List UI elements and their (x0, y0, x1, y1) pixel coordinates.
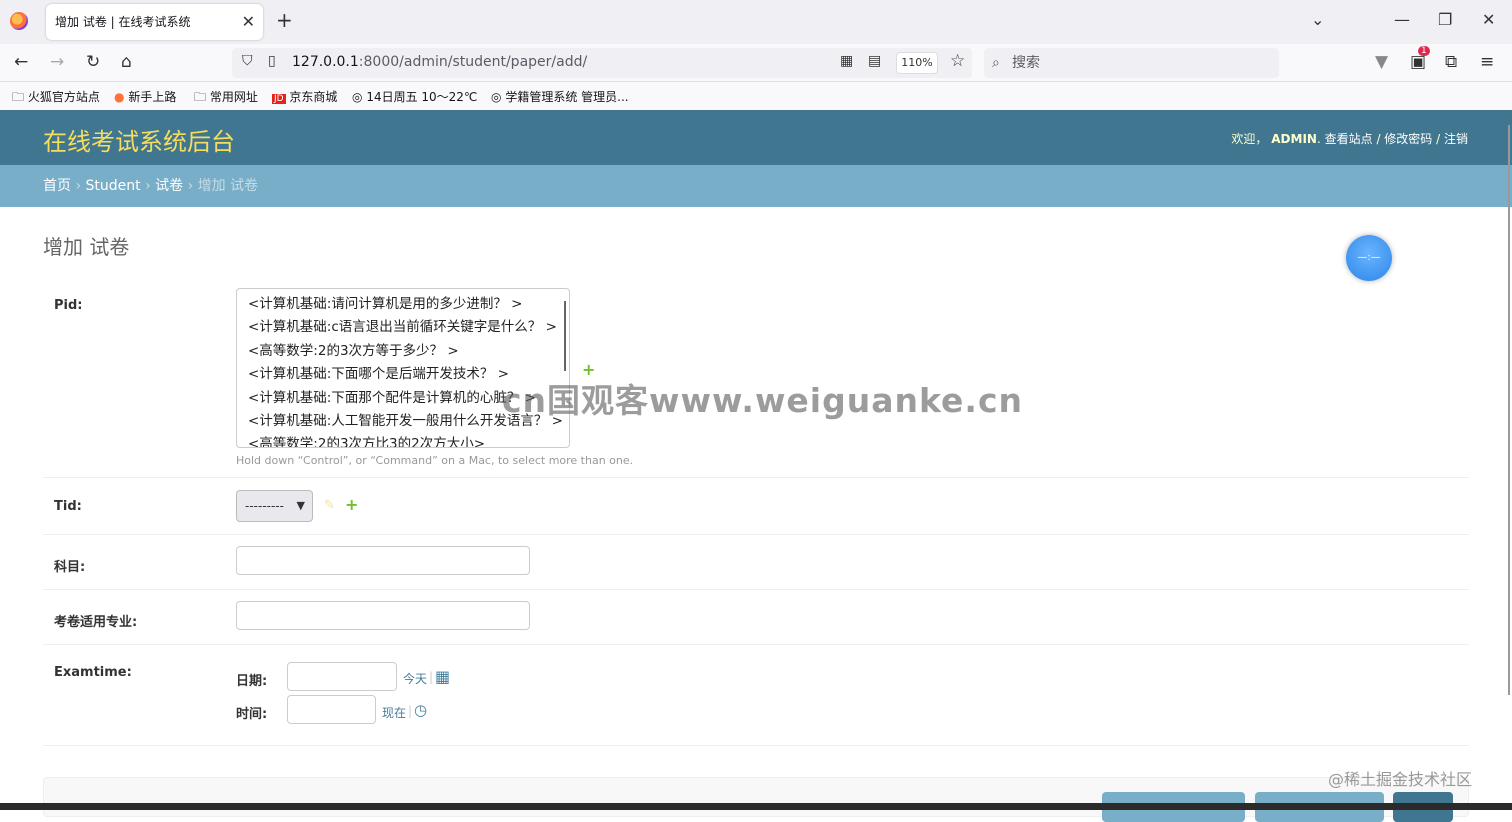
reader-view-icon[interactable]: ▤ (868, 53, 881, 69)
today-link[interactable]: 今天 (403, 670, 427, 687)
back-arrow-icon[interactable]: ← (14, 52, 28, 72)
page-scrollbar[interactable] (1508, 125, 1510, 695)
tab-list-chevron-icon[interactable]: ⌄ (1311, 10, 1324, 29)
page-info-icon[interactable]: ▯ (268, 53, 276, 69)
bookmarks-toolbar: 🗀 火狐官方站点 ● 新手上路 🗀 常用网址 JD 京东商城 ◎ 14日周五 1… (0, 82, 1512, 110)
folder-icon: 🗀 (194, 90, 207, 104)
watermark-text: cn国观客www.weiguanke.cn (502, 381, 1024, 420)
floating-ball-widget[interactable]: —:— (1346, 235, 1392, 281)
globe-icon: ◎ (491, 90, 502, 104)
subject-input[interactable] (236, 546, 530, 575)
extension-icon[interactable]: ▣ 1 (1410, 46, 1430, 72)
chevron-down-icon: ▼ (296, 499, 305, 512)
pid-label: Pid: (54, 298, 83, 313)
separator: | (408, 704, 413, 718)
bookmark-star-icon[interactable]: ☆ (950, 51, 965, 71)
minimize-icon[interactable]: — (1394, 10, 1410, 29)
search-icon: ⌕ (992, 55, 1000, 71)
examtime-label: Examtime: (54, 665, 132, 680)
taskbar-strip (0, 803, 1512, 810)
change-password-link[interactable]: 修改密码 (1384, 132, 1432, 146)
tid-select[interactable]: --------- ▼ (236, 490, 313, 522)
forward-arrow-icon[interactable]: → (50, 52, 64, 72)
list-item[interactable]: <高等数学:2的3次方比3的2次方大小> (248, 433, 569, 447)
tab-title: 增加 试卷 | 在线考试系统 (55, 15, 191, 29)
subject-label: 科目: (54, 560, 86, 575)
logout-link[interactable]: 注销 (1444, 132, 1468, 146)
page-title: 增加 试卷 (43, 235, 130, 259)
restore-icon[interactable]: ❐ (1438, 10, 1452, 29)
url-bar[interactable]: ⛉ ▯ 127.0.0.1:8000/admin/student/paper/a… (232, 48, 972, 78)
now-link[interactable]: 现在 (382, 704, 406, 721)
time-input[interactable] (287, 695, 376, 724)
search-placeholder: 搜索 (1012, 55, 1040, 71)
username: ADMIN (1271, 132, 1317, 146)
calendar-icon[interactable]: ▦ (435, 667, 450, 686)
navigation-toolbar: ← → ↻ ⌂ ⛉ ▯ 127.0.0.1:8000/admin/student… (0, 44, 1512, 82)
pid-multiselect[interactable]: <计算机基础:请问计算机是用的多少进制？ > <计算机基础:c语言退出当前循环关… (236, 288, 570, 448)
form-row-tid: Tid: --------- ▼ ✎ + (43, 478, 1469, 535)
vpn-icon[interactable]: ▼ (1375, 52, 1388, 72)
browser-tabstrip: 增加 试卷 | 在线考试系统 ✕ + ⌄ — ❐ ✕ (0, 0, 1512, 44)
major-input[interactable] (236, 601, 530, 630)
browser-tab[interactable]: 增加 试卷 | 在线考试系统 ✕ (46, 4, 263, 40)
extensions-puzzle-icon[interactable]: ⧉ (1445, 52, 1457, 72)
breadcrumb: 首页 › Student › 试卷 › 增加 试卷 (0, 165, 1512, 207)
view-site-link[interactable]: 查看站点 (1325, 132, 1373, 146)
add-tid-plus-icon[interactable]: + (345, 495, 358, 514)
bookmark-getting-started[interactable]: ● 新手上路 (114, 88, 176, 105)
form-row-examtime: Examtime: 日期: 今天 | ▦ 时间: 现在 | ◷ (43, 645, 1469, 746)
qr-code-icon[interactable]: ▦ (840, 53, 853, 69)
bookmark-firefox-official[interactable]: 🗀 火狐官方站点 (12, 88, 100, 109)
bookmark-common-sites[interactable]: 🗀 常用网址 (194, 88, 258, 109)
notification-badge: 1 (1418, 46, 1430, 56)
site-name[interactable]: 在线考试系统后台 (43, 122, 235, 157)
breadcrumb-app[interactable]: Student (86, 178, 141, 194)
form-row-subject: 科目: (43, 535, 1469, 590)
list-item[interactable]: <计算机基础:请问计算机是用的多少进制？ > (248, 293, 569, 316)
content: 增加 试卷 (43, 207, 1469, 260)
major-label: 考卷适用专业: (54, 615, 138, 630)
list-item[interactable]: <高等数学:2的3次方等于多少？ > (248, 340, 569, 363)
jd-icon: JD (272, 94, 286, 104)
search-input[interactable]: ⌕ 搜索 (984, 48, 1279, 78)
reload-icon[interactable]: ↻ (86, 52, 100, 72)
separator: | (429, 670, 434, 684)
menu-icon[interactable]: ≡ (1480, 52, 1494, 72)
bookmark-weather[interactable]: ◎ 14日周五 10～22℃ (352, 88, 477, 105)
tid-selected-value: --------- (245, 499, 284, 513)
home-icon[interactable]: ⌂ (121, 52, 132, 72)
form-row-major: 考卷适用专业: (43, 590, 1469, 645)
tid-label: Tid: (54, 499, 82, 514)
globe-icon: ◎ (352, 90, 363, 104)
bookmark-student-system[interactable]: ◎ 学籍管理系统 管理员... (491, 88, 629, 105)
shield-icon[interactable]: ⛉ (242, 53, 253, 69)
clock-icon[interactable]: ◷ (414, 701, 427, 719)
user-tools: 欢迎， ADMIN. 查看站点 / 修改密码 / 注销 (1231, 132, 1468, 146)
date-input[interactable] (287, 662, 397, 691)
breadcrumb-current: 增加 试卷 (197, 178, 259, 194)
window-close-icon[interactable]: ✕ (1482, 10, 1495, 29)
edit-pencil-icon[interactable]: ✎ (324, 498, 335, 513)
bookmark-jd[interactable]: JD 京东商城 (272, 88, 337, 105)
time-label: 时间: (236, 707, 268, 722)
folder-icon: 🗀 (12, 90, 25, 104)
date-label: 日期: (236, 674, 268, 689)
list-item[interactable]: <计算机基础:c语言退出当前循环关键字是什么？ > (248, 316, 569, 339)
breadcrumb-home[interactable]: 首页 (43, 178, 71, 194)
juejin-watermark: @稀土掘金技术社区 (1328, 770, 1473, 789)
zoom-level[interactable]: 110% (896, 52, 938, 74)
admin-header: 在线考试系统后台 欢迎， ADMIN. 查看站点 / 修改密码 / 注销 (0, 110, 1512, 165)
new-tab-button[interactable]: + (276, 8, 293, 32)
breadcrumb-model[interactable]: 试卷 (155, 178, 183, 194)
url-text[interactable]: 127.0.0.1:8000/admin/student/paper/add/ (292, 54, 587, 70)
welcome-text: 欢迎， (1231, 132, 1268, 146)
firefox-logo-icon (10, 12, 28, 30)
scrollbar-thumb[interactable] (564, 301, 566, 371)
pid-help-text: Hold down “Control”, or “Command” on a M… (236, 454, 634, 467)
firefox-icon: ● (114, 90, 125, 104)
tab-close-icon[interactable]: ✕ (242, 4, 255, 40)
